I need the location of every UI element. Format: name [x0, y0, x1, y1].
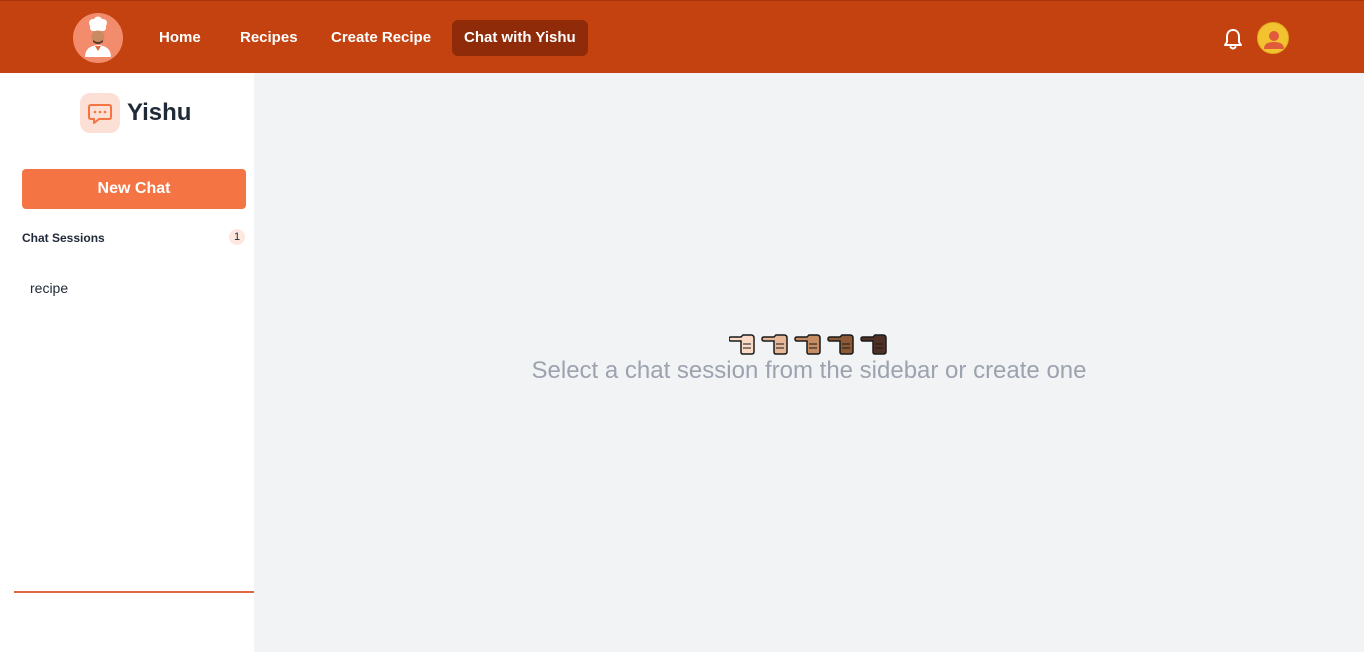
sidebar-divider — [14, 591, 254, 593]
chat-sessions-count-badge: 1 — [229, 229, 245, 245]
pointing-left-hands-icon — [728, 331, 889, 357]
new-chat-button[interactable]: New Chat — [22, 169, 246, 209]
nav-recipes-link[interactable]: Recipes — [240, 20, 298, 56]
sidebar-brand-name: Yishu — [127, 99, 192, 126]
bell-icon[interactable] — [1219, 25, 1247, 53]
empty-state-message: Select a chat session from the sidebar o… — [531, 357, 1087, 384]
nav-chat-with-yishu-link[interactable]: Chat with Yishu — [452, 20, 588, 56]
chat-main-area: Select a chat session from the sidebar o… — [254, 73, 1364, 652]
nav-create-recipe-link[interactable]: Create Recipe — [331, 20, 431, 56]
top-navigation-bar: Home Recipes Create Recipe Chat with Yis… — [0, 0, 1364, 73]
nav-home-link[interactable]: Home — [159, 20, 201, 56]
user-avatar-icon[interactable] — [1257, 22, 1289, 54]
chat-bubble-icon — [80, 93, 120, 133]
chat-sidebar: Yishu New Chat Chat Sessions 1 recipe — [0, 73, 254, 652]
chat-sessions-heading: Chat Sessions — [22, 231, 105, 245]
chef-logo-icon[interactable] — [73, 13, 123, 63]
chat-session-item[interactable]: recipe — [22, 275, 246, 301]
